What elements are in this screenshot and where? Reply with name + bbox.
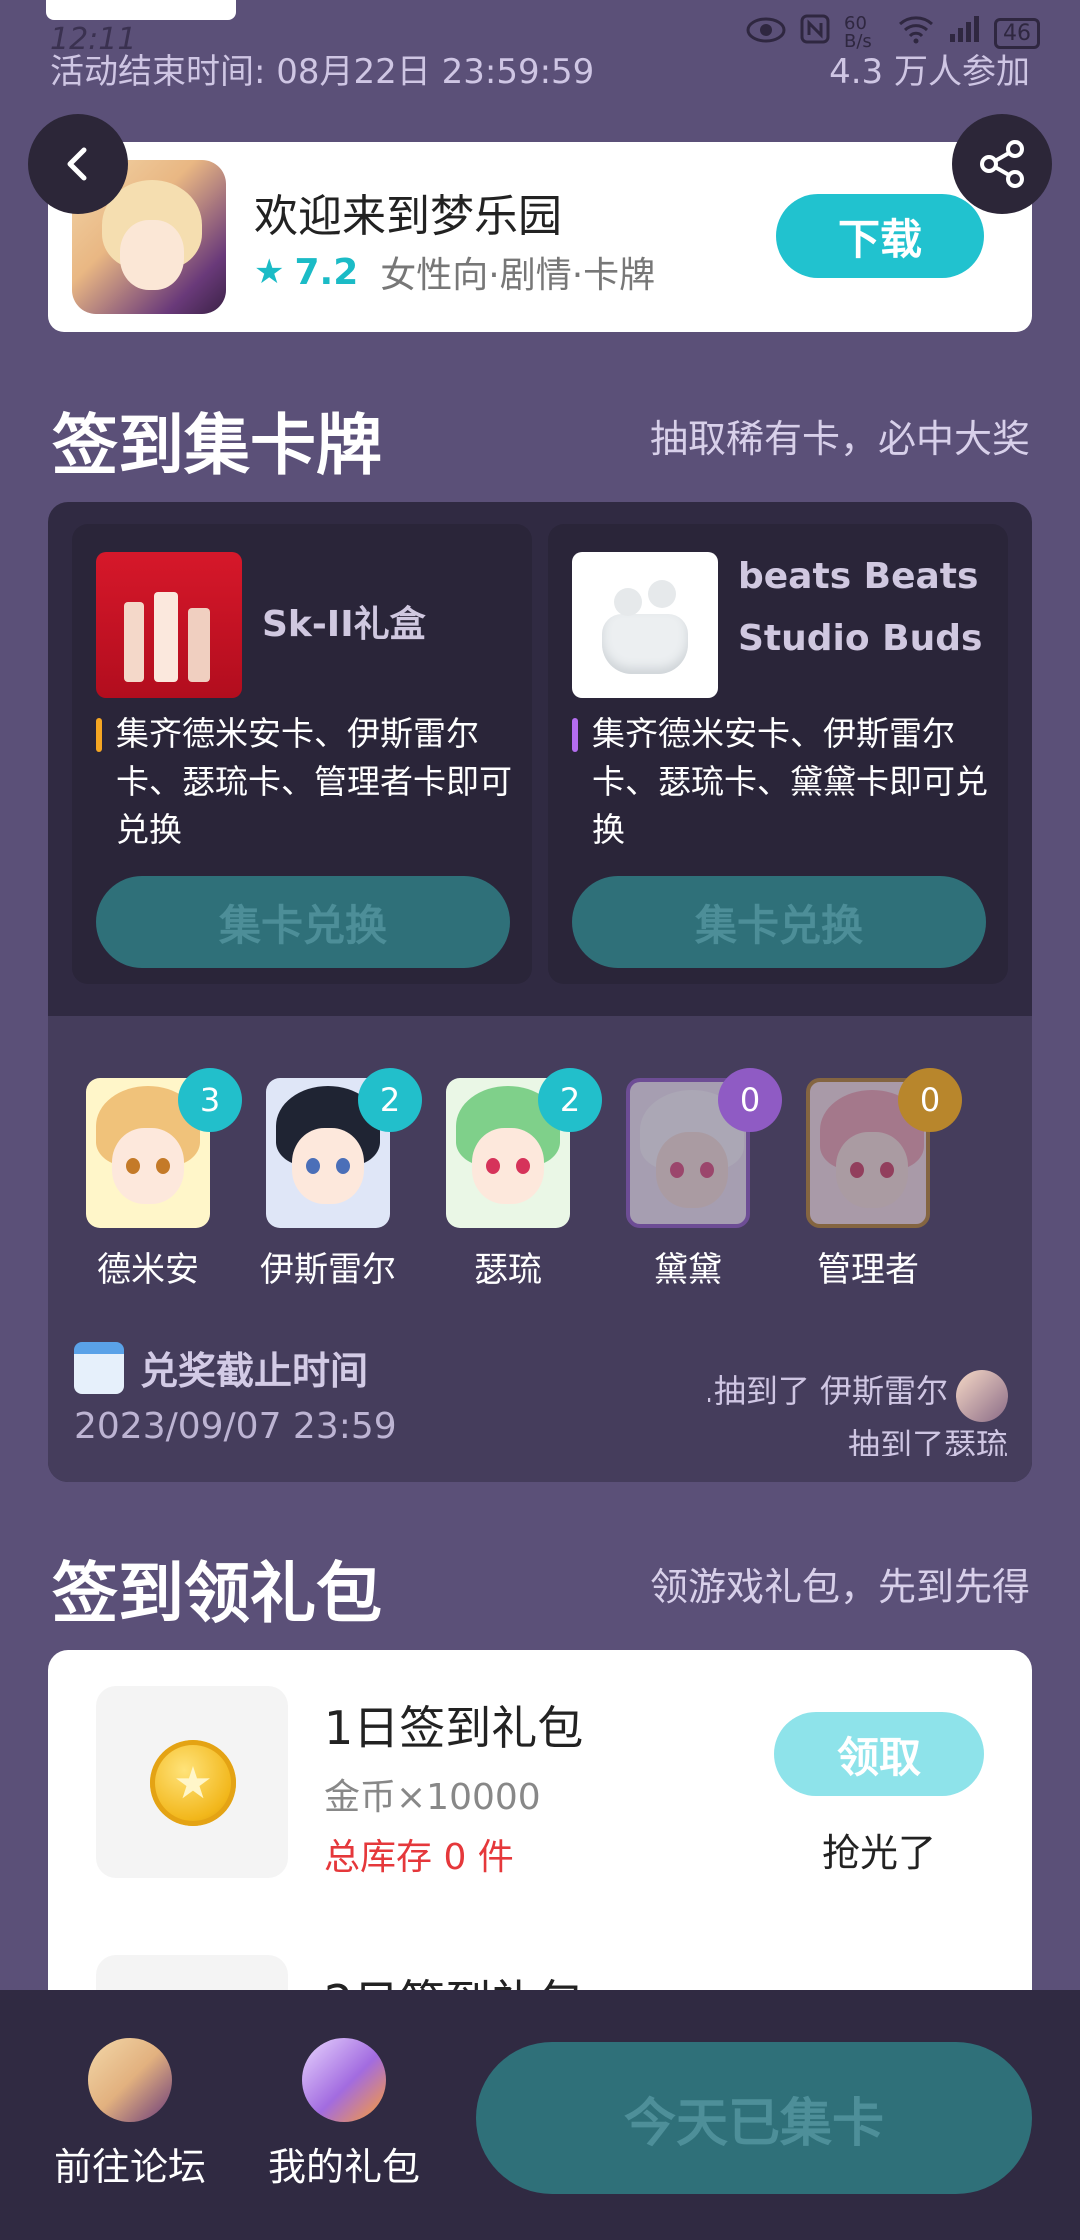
share-icon bbox=[980, 140, 1024, 188]
collect-panel: Sk-II礼盒 集齐德米安卡、伊斯雷尔卡、瑟琉卡、管理者卡即可兑换 集卡兑换 b… bbox=[48, 502, 1032, 1482]
card-name: 德米安 bbox=[97, 1250, 199, 1290]
gift-box-icon bbox=[302, 2038, 386, 2122]
card-name: 管理者 bbox=[817, 1250, 919, 1290]
app-tags: 女性向·剧情·卡牌 bbox=[380, 255, 656, 296]
prize-image-beats bbox=[572, 552, 718, 698]
card-israel[interactable]: 2 伊斯雷尔 bbox=[248, 1068, 422, 1291]
redeem-button[interactable]: 集卡兑换 bbox=[96, 876, 510, 968]
redeem-button[interactable]: 集卡兑换 bbox=[572, 876, 986, 968]
draw-ticker: …抽到了 伊斯雷尔 抽到了瑟琉 bbox=[708, 1336, 1008, 1456]
star-icon: ★ bbox=[254, 252, 285, 292]
gold-coin-icon: ★ bbox=[150, 1740, 236, 1826]
ticker-line: 抽到了瑟琉 bbox=[847, 1426, 1008, 1456]
prize-card-beats: beats Beats Studio Buds 集齐德米安卡、伊斯雷尔卡、瑟琉卡… bbox=[548, 524, 1008, 984]
card-count-badge: 2 bbox=[358, 1068, 422, 1132]
prize-desc-text: 集齐德米安卡、伊斯雷尔卡、瑟琉卡、黛黛卡即可兑换 bbox=[592, 714, 988, 849]
card-count-badge: 2 bbox=[538, 1068, 602, 1132]
prize-description: 集齐德米安卡、伊斯雷尔卡、瑟琉卡、管理者卡即可兑换 bbox=[96, 710, 512, 854]
card-daidai[interactable]: 0 黛黛 bbox=[608, 1068, 782, 1291]
activity-end-time: 活动结束时间: 08月22日 23:59:59 bbox=[50, 52, 595, 92]
claim-button[interactable]: 领取 bbox=[774, 1712, 984, 1796]
calendar-icon bbox=[74, 1342, 124, 1394]
card-name: 瑟琉 bbox=[474, 1250, 542, 1290]
deadline-label: 兑奖截止时间 bbox=[140, 1349, 369, 1393]
gift-icon-box: ★ bbox=[96, 1686, 288, 1878]
app-rating: 7.2 bbox=[294, 251, 359, 293]
my-gifts-label: 我的礼包 bbox=[267, 2145, 420, 2189]
app-meta: ★ 7.2 女性向·剧情·卡牌 bbox=[254, 246, 655, 298]
prize-name: Sk-II礼盒 bbox=[262, 604, 426, 645]
gift-section-subtitle: 领游戏礼包，先到先得 bbox=[649, 1565, 1030, 1609]
card-count-badge: 0 bbox=[718, 1068, 782, 1132]
eye-icon bbox=[746, 16, 786, 51]
prize-accent-bar bbox=[572, 718, 578, 752]
card-count-badge: 3 bbox=[178, 1068, 242, 1132]
participants-count: 4.3 万人参加 bbox=[829, 52, 1030, 92]
download-button[interactable]: 下载 bbox=[776, 194, 984, 278]
gift-stock: 总库存 0 件 bbox=[324, 1837, 514, 1878]
sold-out-label: 抢光了 bbox=[821, 1831, 936, 1875]
my-gifts-nav[interactable]: 我的礼包 bbox=[254, 2038, 434, 2191]
share-button[interactable] bbox=[952, 114, 1052, 214]
ticker-avatar bbox=[956, 1370, 1008, 1422]
card-count-badge: 0 bbox=[898, 1068, 962, 1132]
deadline-date: 2023/09/07 23:59 bbox=[74, 1406, 397, 1447]
status-pill bbox=[46, 0, 236, 20]
today-collected-button[interactable]: 今天已集卡 bbox=[476, 2042, 1032, 2194]
prize-description: 集齐德米安卡、伊斯雷尔卡、瑟琉卡、黛黛卡即可兑换 bbox=[572, 710, 988, 854]
card-manager[interactable]: 0 管理者 bbox=[788, 1068, 962, 1291]
prize-accent-bar bbox=[96, 718, 102, 752]
gift-section-title: 签到领礼包 bbox=[52, 1555, 382, 1632]
gift-title: 1日签到礼包 bbox=[324, 1701, 584, 1755]
app-card: 欢迎来到梦乐园 ★ 7.2 女性向·剧情·卡牌 下载 bbox=[48, 142, 1032, 332]
card-name: 伊斯雷尔 bbox=[260, 1250, 396, 1290]
gift-quantity: 金币×10000 bbox=[324, 1777, 541, 1818]
card-seliu[interactable]: 2 瑟琉 bbox=[428, 1068, 602, 1291]
card-demian[interactable]: 3 德米安 bbox=[68, 1068, 242, 1291]
bottom-bar: 前往论坛 我的礼包 今天已集卡 bbox=[0, 1990, 1080, 2240]
forum-nav[interactable]: 前往论坛 bbox=[40, 2038, 220, 2191]
prize-desc-text: 集齐德米安卡、伊斯雷尔卡、瑟琉卡、管理者卡即可兑换 bbox=[116, 714, 512, 849]
card-name: 黛黛 bbox=[654, 1250, 722, 1290]
app-name: 欢迎来到梦乐园 bbox=[254, 191, 562, 242]
chevron-left-icon bbox=[67, 147, 87, 181]
prize-card-skii: Sk-II礼盒 集齐德米安卡、伊斯雷尔卡、瑟琉卡、管理者卡即可兑换 集卡兑换 bbox=[72, 524, 532, 984]
ticker-line: …抽到了 伊斯雷尔 bbox=[708, 1372, 948, 1410]
collect-section-title: 签到集卡牌 bbox=[52, 407, 382, 484]
prize-name: beats Beats Studio Buds bbox=[738, 556, 983, 659]
back-button[interactable] bbox=[28, 114, 128, 214]
collect-section-subtitle: 抽取稀有卡，必中大奖 bbox=[649, 417, 1030, 461]
status-bar: 12:11 60 B/s 46 活动结束时间: 08月22日 23:59:59 … bbox=[0, 0, 1080, 92]
forum-label: 前往论坛 bbox=[53, 2145, 206, 2189]
cards-area: 3 德米安 2 伊斯雷尔 2 瑟琉 0 黛黛 0 管理者 兑奖截止时间 2023… bbox=[48, 1016, 1032, 1482]
forum-icon bbox=[88, 2038, 172, 2122]
prize-image-skii bbox=[96, 552, 242, 698]
nfc-icon bbox=[800, 14, 830, 52]
